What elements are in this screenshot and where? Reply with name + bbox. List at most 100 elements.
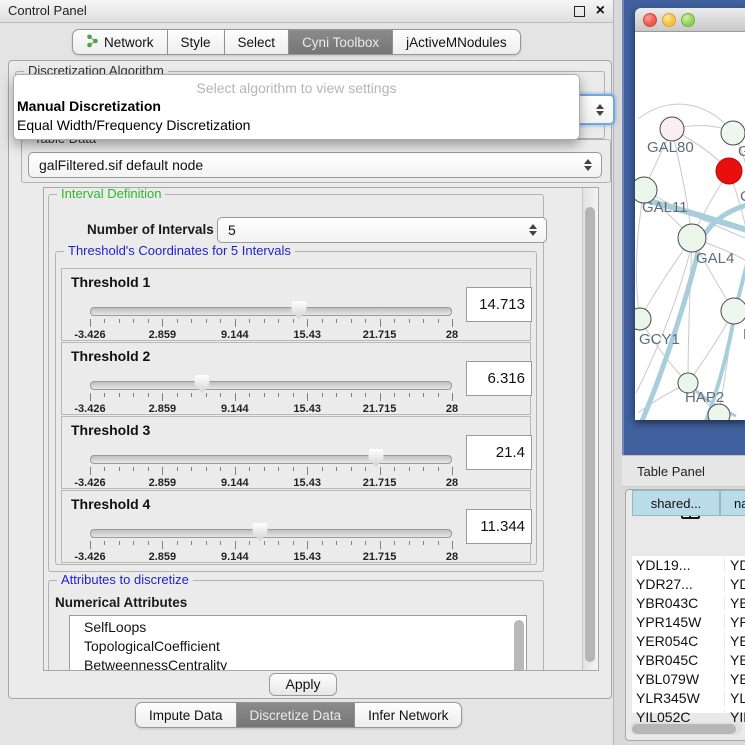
column-header-name[interactable]: name — [720, 490, 745, 516]
table-row[interactable]: YBL079W YBL0 — [632, 670, 745, 689]
slider-tick-label: 9.144 — [221, 329, 249, 341]
tab-discretize-data[interactable]: Discretize Data — [237, 702, 356, 728]
apply-button[interactable]: Apply — [269, 673, 337, 696]
tab-label: Select — [238, 35, 276, 50]
slider-track[interactable] — [90, 307, 452, 316]
tab-network[interactable]: Network — [72, 29, 168, 55]
horizontal-scrollbar[interactable] — [630, 722, 742, 735]
threshold-value-field[interactable]: 11.344 — [466, 509, 532, 544]
zoom-traffic-light-icon[interactable] — [681, 13, 695, 27]
slider-tick — [452, 541, 453, 549]
cell: YPR145W — [636, 614, 701, 630]
list-item[interactable]: TopologicalCoefficient — [70, 637, 526, 656]
slider-tick — [380, 467, 381, 475]
threshold-4-slider[interactable]: -3.4262.8599.14415.4321.71528 — [90, 529, 452, 538]
combo-value: 5 — [228, 222, 236, 238]
slider-thumb[interactable] — [368, 449, 383, 467]
cell: YBR0 — [724, 595, 745, 611]
tab-cyni-toolbox[interactable]: Cyni Toolbox — [289, 29, 393, 55]
table-row[interactable]: YDL19... YDL1 — [632, 556, 745, 575]
slider-tick-label: -3.426 — [74, 551, 105, 563]
slider-track[interactable] — [90, 529, 452, 538]
network-canvas[interactable]: GAL80GACGAL11GAL4GCY1HHAP2 — [635, 32, 745, 420]
table-data-combo[interactable]: galFiltered.sif default node — [28, 152, 602, 178]
scrollbar-thumb[interactable] — [632, 724, 736, 734]
network-node-GA[interactable] — [721, 121, 745, 145]
scrollbar-thumb[interactable] — [585, 207, 595, 662]
column-header-shared-name[interactable]: shared... — [632, 490, 720, 516]
slider-thumb[interactable] — [195, 375, 210, 393]
threshold-value-field[interactable]: 6.316 — [466, 361, 532, 396]
table-row[interactable]: YDR27... YDR2 — [632, 575, 745, 594]
network-node-H[interactable] — [721, 298, 745, 324]
network-node-GAL80[interactable] — [660, 117, 684, 141]
tab-style[interactable]: Style — [168, 29, 225, 55]
close-traffic-light-icon[interactable] — [643, 13, 657, 27]
slider-tick — [452, 467, 453, 475]
number-of-intervals-combo[interactable]: 5 — [217, 217, 547, 243]
table-row[interactable]: YLR345W YLR3 — [632, 689, 745, 708]
slider-tick — [249, 467, 250, 471]
settings-scrollpane: Interval Definition Number of Intervals … — [43, 187, 599, 671]
threshold-label: Threshold 2 — [71, 348, 150, 364]
slider-tick-labels: -3.4262.8599.14415.4321.71528 — [90, 329, 452, 341]
threshold-2-slider[interactable]: -3.4262.8599.14415.4321.71528 — [90, 381, 452, 390]
table-row[interactable]: YER054C YER0 — [632, 632, 745, 651]
tab-label: jActiveMNodules — [406, 35, 507, 50]
dropdown-option-equal-width[interactable]: Equal Width/Frequency Discretization — [14, 116, 579, 135]
slider-tick — [278, 319, 279, 323]
slider-tick — [394, 319, 395, 323]
close-icon[interactable]: × — [596, 1, 605, 21]
minimize-traffic-light-icon[interactable] — [662, 13, 676, 27]
network-window-titlebar — [635, 8, 745, 32]
slider-tick — [336, 467, 337, 471]
list-item[interactable]: BetweennessCentrality — [70, 656, 526, 671]
slider-tick — [220, 319, 221, 323]
network-node-red-node[interactable] — [716, 158, 742, 184]
threshold-4-panel: Threshold 4 -3.4262.8599.14415.4321.7152… — [61, 490, 531, 563]
tab-jactivemnodules[interactable]: jActiveMNodules — [393, 29, 521, 55]
slider-tick-labels: -3.4262.8599.14415.4321.71528 — [90, 403, 452, 415]
number-of-intervals-label: Number of Intervals — [87, 222, 214, 237]
slider-tick-label: 2.859 — [149, 329, 177, 341]
slider-thumb[interactable] — [253, 523, 268, 541]
tab-impute-data[interactable]: Impute Data — [135, 702, 237, 728]
tab-label: Infer Network — [368, 708, 448, 723]
tab-select[interactable]: Select — [225, 29, 290, 55]
node-label: GAL80 — [647, 139, 694, 156]
slider-tick — [264, 319, 265, 323]
threshold-value-field[interactable]: 21.4 — [466, 435, 532, 470]
slider-tick — [206, 393, 207, 397]
threshold-1-slider[interactable]: -3.4262.8599.14415.4321.71528 — [90, 307, 452, 316]
slider-track[interactable] — [90, 455, 452, 464]
table-row[interactable]: YBR045C YBR0 — [632, 651, 745, 670]
network-node-GAL4[interactable] — [678, 224, 706, 252]
threshold-value-field[interactable]: 14.713 — [466, 287, 532, 322]
dropdown-option-manual[interactable]: Manual Discretization — [14, 97, 579, 116]
table-row[interactable]: YBR043C YBR0 — [632, 594, 745, 613]
slider-tick — [162, 319, 163, 327]
slider-tick — [438, 319, 439, 323]
cell: YPR1 — [724, 614, 745, 630]
slider-tick — [409, 393, 410, 397]
table-rows: YDL19... YDL1 YDR27... YDR2 YBR043C YBR0… — [632, 556, 745, 713]
right-region: GAL80GACGAL11GAL4GCY1HHAP2 Table Panel ⚙… — [622, 0, 745, 745]
slider-track[interactable] — [90, 381, 452, 390]
cell: YBL0 — [724, 671, 745, 687]
slider-tick — [249, 393, 250, 397]
list-item[interactable]: SelfLoops — [70, 616, 526, 637]
list-scrollbar[interactable] — [514, 620, 524, 671]
tab-infer-network[interactable]: Infer Network — [355, 702, 462, 728]
vertical-scrollbar[interactable] — [582, 188, 598, 670]
slider-tick — [438, 467, 439, 471]
slider-thumb[interactable] — [291, 301, 306, 319]
slider-tick — [322, 393, 323, 397]
slider-tick — [206, 467, 207, 471]
float-window-icon[interactable] — [574, 6, 585, 17]
threshold-3-slider[interactable]: -3.4262.8599.14415.4321.71528 — [90, 455, 452, 464]
numerical-attributes-list[interactable]: SelfLoops TopologicalCoefficient Between… — [69, 615, 527, 671]
table-row[interactable]: YPR145W YPR1 — [632, 613, 745, 632]
network-node-GCY1[interactable] — [635, 308, 651, 330]
slider-tick — [380, 541, 381, 549]
slider-tick — [119, 393, 120, 397]
